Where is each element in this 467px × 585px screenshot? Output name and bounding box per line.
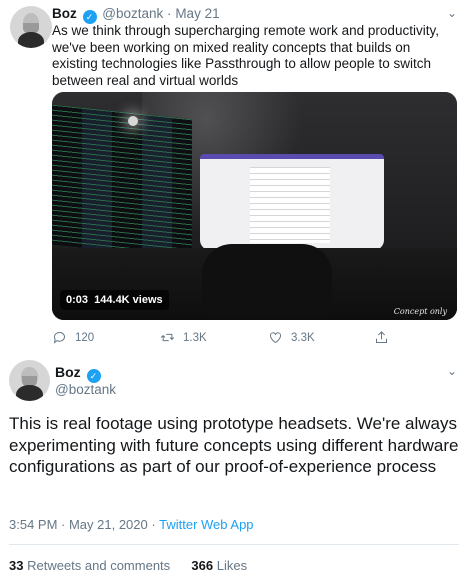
verified-badge-icon: ✓ <box>86 369 101 383</box>
video-frame-document <box>250 167 330 243</box>
avatar[interactable] <box>10 6 52 48</box>
avatar-beard <box>22 376 37 388</box>
tweet-actions: 120 1.3K 3.3K <box>52 330 457 348</box>
avatar[interactable] <box>9 360 50 401</box>
video-frame-left-monitor <box>52 104 192 260</box>
heart-icon <box>270 332 281 344</box>
author-name[interactable]: Boz <box>55 364 81 380</box>
tweet-header: Boz ✓ @boztank · May 21 <box>52 6 220 24</box>
divider <box>9 544 459 545</box>
share-button[interactable] <box>374 330 389 345</box>
tweet-text: This is real footage using prototype hea… <box>9 414 459 476</box>
chevron-down-icon[interactable]: ⌄ <box>447 364 457 378</box>
retweets-stat[interactable]: 33 Retweets and comments <box>9 558 170 573</box>
tweet-timestamp[interactable]: 3:54 PM · May 21, 2020 <box>9 517 148 532</box>
like-button[interactable]: 3.3K <box>268 330 315 345</box>
likes-label: Likes <box>216 558 248 573</box>
reply-button[interactable]: 120 <box>52 330 94 345</box>
retweet-icon <box>160 333 175 342</box>
likes-count: 366 <box>191 558 214 573</box>
retweets-count: 33 <box>9 558 24 573</box>
video-views: 144.4K views <box>94 294 163 306</box>
author-name[interactable]: Boz <box>52 6 77 21</box>
retweet-count: 1.3K <box>183 331 207 344</box>
reply-count: 120 <box>75 331 95 344</box>
separator-dot: · <box>151 517 156 532</box>
likes-stat[interactable]: 366 Likes <box>191 558 247 573</box>
video-frame-virtual-screen <box>200 154 384 250</box>
retweets-label: Retweets and comments <box>27 558 171 573</box>
video-frame-lamp <box>128 116 138 126</box>
video-watermark: Concept only <box>393 307 447 316</box>
author-handle[interactable]: @boztank <box>102 6 163 21</box>
video-time-views-badge: 0:03 144.4K views <box>60 290 169 310</box>
tweet-text: As we think through supercharging remote… <box>52 23 439 88</box>
video-frame-chair <box>202 244 332 314</box>
verified-badge-icon: ✓ <box>82 10 97 24</box>
tweet-meta: 3:54 PM · May 21, 2020 · Twitter Web App <box>9 517 254 532</box>
tweet-header: Boz ✓ <box>55 364 103 383</box>
video-time: 0:03 <box>66 294 89 306</box>
author-handle[interactable]: @boztank <box>55 382 116 397</box>
avatar-beard <box>23 22 39 34</box>
separator-dot: · <box>167 6 172 21</box>
reply-icon <box>53 332 65 344</box>
tweet-source-link[interactable]: Twitter Web App <box>159 517 253 532</box>
like-count: 3.3K <box>291 331 315 344</box>
share-icon <box>376 331 387 343</box>
video-player[interactable]: 0:03 144.4K views Concept only <box>52 92 457 320</box>
tweet-stats: 33 Retweets and comments 366 Likes <box>9 558 247 573</box>
chevron-down-icon[interactable]: ⌄ <box>447 6 457 20</box>
retweet-button[interactable]: 1.3K <box>160 330 207 345</box>
tweet-date[interactable]: May 21 <box>175 6 219 21</box>
